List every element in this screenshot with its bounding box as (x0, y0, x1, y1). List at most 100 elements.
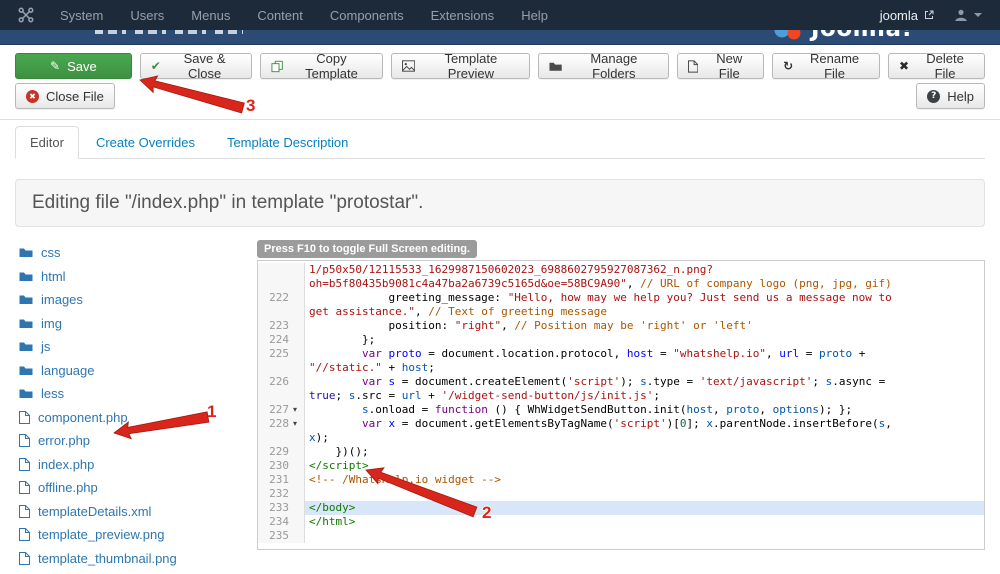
token-plain: .type = (647, 375, 700, 388)
code-line-226[interactable]: 226 var s = document.createElement('scri… (258, 375, 984, 389)
tab-editor[interactable]: Editor (15, 126, 79, 159)
nav-item-content[interactable]: Content (257, 8, 303, 23)
tab-create-overrides[interactable]: Create Overrides (81, 126, 210, 159)
code-text: get assistance.", // Text of greeting me… (305, 305, 984, 319)
tree-item-template-thumbnail-png[interactable]: template_thumbnail.png (19, 551, 247, 566)
code-line-224[interactable]: 224 }; (258, 333, 984, 347)
rename-file-button[interactable]: ↻Rename File (772, 53, 880, 79)
folder-icon (19, 247, 33, 258)
token-plain: })(); (309, 445, 369, 458)
tree-item-offline-php[interactable]: offline.php (19, 480, 247, 495)
code-line-wrap[interactable]: 1/p50x50/12115533_1629987150602023_69886… (258, 263, 984, 277)
code-line-wrap[interactable]: "//static." + host; (258, 361, 984, 375)
tree-item-template-preview-png[interactable]: template_preview.png (19, 527, 247, 542)
template-preview-button[interactable]: Template Preview (391, 53, 530, 79)
button-label: Close File (46, 89, 104, 104)
line-gutter: 232 (258, 487, 305, 501)
tree-item-html[interactable]: html (19, 269, 247, 284)
tree-item-img[interactable]: img (19, 316, 247, 331)
line-number: 230 (258, 459, 293, 473)
code-text: </body> (305, 501, 984, 515)
tree-item-label: img (41, 316, 62, 331)
code-line-230[interactable]: 230</script> (258, 459, 984, 473)
close-file-button[interactable]: ✖Close File (15, 83, 115, 109)
token-str: 'script' (567, 375, 620, 388)
nav-item-menus[interactable]: Menus (191, 8, 230, 23)
tree-item-templatedetails-xml[interactable]: templateDetails.xml (19, 504, 247, 519)
code-line-227[interactable]: 227▾ s.onload = function () { WhWidgetSe… (258, 403, 984, 417)
line-gutter (258, 277, 305, 291)
tree-item-language[interactable]: language (19, 363, 247, 378)
code-line-wrap[interactable]: oh=b5f80435b9081c4a47ba2a6739c5165d&oe=5… (258, 277, 984, 291)
site-preview-link[interactable]: joomla (880, 8, 934, 23)
code-line-wrap[interactable]: true; s.src = url + '/widget-send-button… (258, 389, 984, 403)
code-line-222[interactable]: 222 greeting_message: "Hello, how may we… (258, 291, 984, 305)
nav-item-system[interactable]: System (60, 8, 103, 23)
file-icon (688, 60, 698, 73)
token-var2: s (640, 375, 647, 388)
manage-folders-button[interactable]: Manage Folders (538, 53, 669, 79)
save-close-button[interactable]: ✔Save & Close (140, 53, 253, 79)
code-line-229[interactable]: 229 })(); (258, 445, 984, 459)
folder-icon (19, 341, 33, 352)
code-line-223[interactable]: 223 position: "right", // Position may b… (258, 319, 984, 333)
fold-gutter (293, 431, 304, 445)
fold-arrow-icon[interactable]: ▾ (293, 417, 304, 431)
tree-item-error-php[interactable]: error.php (19, 433, 247, 448)
token-plain: ]; (687, 417, 707, 430)
navbar-right: joomla (880, 8, 982, 23)
user-menu[interactable] (954, 9, 982, 22)
line-number (258, 277, 293, 291)
file-icon (19, 434, 30, 447)
line-number: 231 (258, 473, 293, 487)
token-var2: x (309, 431, 316, 444)
token-str: "Hello, how may we help you? Just send u… (508, 291, 892, 304)
save-button[interactable]: ✎Save (15, 53, 132, 79)
token-plain (309, 347, 362, 360)
token-plain: + (382, 361, 402, 374)
tree-item-js[interactable]: js (19, 339, 247, 354)
user-icon (954, 9, 968, 22)
editing-file-heading: Editing file "/index.php" in template "p… (15, 179, 985, 227)
new-file-button[interactable]: New File (677, 53, 764, 79)
nav-item-users[interactable]: Users (130, 8, 164, 23)
code-line-wrap[interactable]: get assistance.", // Text of greeting me… (258, 305, 984, 319)
token-plain: position: (309, 319, 455, 332)
code-line-233[interactable]: 233</body> (258, 501, 984, 515)
code-line-234[interactable]: 234</html> (258, 515, 984, 529)
joomla-logo-icon[interactable] (18, 7, 34, 23)
tree-item-less[interactable]: less (19, 386, 247, 401)
code-line-225[interactable]: 225 var proto = document.location.protoc… (258, 347, 984, 361)
token-plain: , (501, 319, 514, 332)
code-line-232[interactable]: 232 (258, 487, 984, 501)
nav-item-components[interactable]: Components (330, 8, 404, 23)
token-plain: )[ (667, 417, 680, 430)
fold-gutter (293, 291, 304, 305)
code-line-wrap[interactable]: x); (258, 431, 984, 445)
line-number: 222 (258, 291, 293, 305)
code-text: x); (305, 431, 984, 445)
code-line-228[interactable]: 228▾ var x = document.getElementsByTagNa… (258, 417, 984, 431)
code-editor[interactable]: 1/p50x50/12115533_1629987150602023_69886… (257, 260, 985, 550)
tree-item-index-php[interactable]: index.php (19, 457, 247, 472)
help-button[interactable]: ?Help (916, 83, 985, 109)
code-line-235[interactable]: 235 (258, 529, 984, 543)
code-text: var proto = document.location.protocol, … (305, 347, 984, 361)
token-plain: + (422, 389, 442, 402)
delete-file-button[interactable]: ✖Delete File (888, 53, 985, 79)
code-line-231[interactable]: 231<!-- /WhatsHelp.io widget --> (258, 473, 984, 487)
tree-item-component-php[interactable]: component.php (19, 410, 247, 425)
tree-item-images[interactable]: images (19, 292, 247, 307)
tree-item-label: language (41, 363, 95, 378)
fold-gutter (293, 319, 304, 333)
fold-arrow-icon[interactable]: ▾ (293, 403, 304, 417)
file-tree-list: css html images img js language less component.… (15, 245, 247, 566)
tab-template-description[interactable]: Template Description (212, 126, 363, 159)
nav-item-help[interactable]: Help (521, 8, 548, 23)
tree-item-css[interactable]: css (19, 245, 247, 260)
tree-item-label: component.php (38, 410, 128, 425)
copy-template-button[interactable]: Copy Template (260, 53, 383, 79)
joomla-wordmark: Joomla! (811, 30, 913, 42)
nav-item-extensions[interactable]: Extensions (431, 8, 495, 23)
token-var2: host (687, 403, 714, 416)
